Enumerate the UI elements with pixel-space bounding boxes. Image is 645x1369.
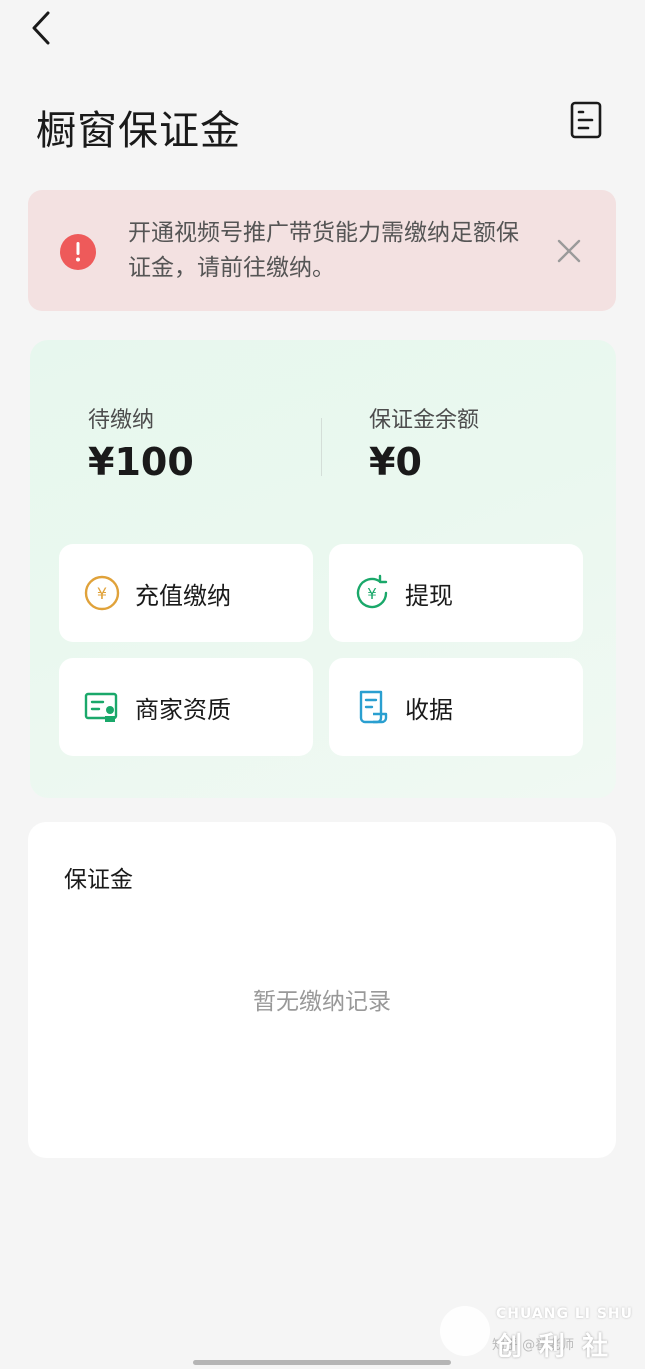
- merchant-qualification-button[interactable]: 商家资质: [59, 658, 313, 756]
- deposit-records-card: 保证金 暂无缴纳记录: [28, 822, 616, 1158]
- exclamation-icon: [60, 234, 96, 270]
- receipt-icon: [353, 688, 391, 726]
- document-list-button[interactable]: [568, 100, 604, 140]
- alert-message: 开通视频号推广带货能力需缴纳足额保证金，请前往缴纳。: [128, 220, 519, 281]
- balance-label: 保证金余额: [369, 408, 480, 433]
- chevron-left-icon: [32, 11, 50, 45]
- merchant-qualification-label: 商家资质: [135, 695, 231, 724]
- svg-text:¥: ¥: [367, 585, 377, 603]
- recharge-pay-button[interactable]: ¥ 充值缴纳: [59, 544, 313, 642]
- watermark-english: CHUANG LI SHU: [496, 1306, 634, 1322]
- document-list-icon: [570, 101, 602, 139]
- withdraw-label: 提现: [405, 581, 453, 610]
- home-indicator[interactable]: [193, 1360, 451, 1365]
- receipt-button[interactable]: 收据: [329, 658, 583, 756]
- yuan-refresh-icon: ¥: [353, 574, 391, 612]
- deposit-summary-card: 待缴纳 ¥100 保证金余额 ¥0 ¥ 充值缴纳 ¥ 提现 商家资质 收据: [30, 340, 616, 798]
- records-empty-state: 暂无缴纳记录: [253, 989, 391, 1015]
- close-icon: [557, 239, 581, 263]
- yuan-coin-icon: ¥: [83, 574, 121, 612]
- balance-amount: ¥0: [369, 440, 422, 484]
- watermark-chinese: 创 利 社: [496, 1332, 613, 1362]
- alert-close-button[interactable]: [554, 236, 584, 266]
- recharge-pay-label: 充值缴纳: [135, 581, 231, 610]
- watermark: CHUANG LI SHU 知乎 @翟老师 创 利 社: [440, 1300, 640, 1362]
- page-title: 橱窗保证金: [36, 108, 241, 154]
- back-button[interactable]: [26, 8, 56, 48]
- stat-divider: [321, 418, 322, 476]
- pending-amount: ¥100: [88, 440, 194, 484]
- alert-banner: 开通视频号推广带货能力需缴纳足额保证金，请前往缴纳。: [28, 190, 616, 311]
- watermark-logo-icon: [440, 1306, 490, 1356]
- svg-text:¥: ¥: [97, 584, 107, 603]
- records-title: 保证金: [64, 867, 133, 893]
- certificate-icon: [83, 688, 121, 726]
- withdraw-button[interactable]: ¥ 提现: [329, 544, 583, 642]
- pending-label: 待缴纳: [88, 408, 155, 433]
- receipt-label: 收据: [405, 695, 453, 724]
